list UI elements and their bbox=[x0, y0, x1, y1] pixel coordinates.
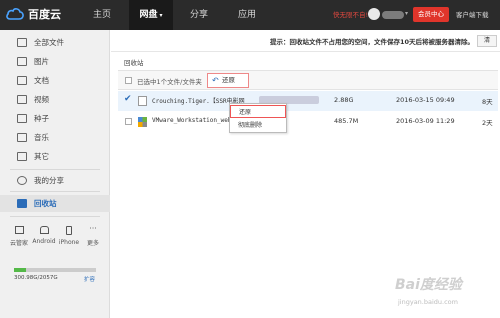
file-deleted-date: 2016-03-09 11:29 bbox=[396, 117, 455, 125]
sidebar: 全部文件 图片 文档 视频 种子 音乐 其它 我的分享 回收站 云管家 Andr… bbox=[0, 30, 110, 318]
image-icon bbox=[17, 57, 27, 66]
sidebar-item-label: 音乐 bbox=[34, 133, 49, 142]
avatar[interactable] bbox=[368, 8, 380, 20]
breadcrumb: 回收站 bbox=[124, 59, 144, 67]
chevron-down-icon: ▾ bbox=[159, 12, 163, 19]
top-bar: 百度云 主页 网盘 ▾ 分享 应用 快无限不自! ▾ 会员中心 客户端下载 bbox=[0, 0, 500, 30]
file-toolbar: 已选中1个文件/文件夹 ↶ 还原 bbox=[118, 70, 498, 90]
nav-apps[interactable]: 应用 bbox=[228, 0, 266, 30]
phone-icon bbox=[66, 226, 72, 235]
context-menu-delete-permanently[interactable]: 彻底删除 bbox=[230, 119, 286, 132]
sidebar-item-label: 其它 bbox=[34, 152, 49, 161]
cloud-logo-icon bbox=[6, 8, 24, 20]
row-checkbox[interactable] bbox=[125, 118, 132, 125]
sidebar-item-label: 种子 bbox=[34, 114, 49, 123]
trash-icon bbox=[17, 199, 27, 208]
context-menu-restore[interactable]: 还原 bbox=[230, 105, 286, 118]
sidebar-item-label: 我的分享 bbox=[34, 176, 64, 185]
sidebar-divider bbox=[10, 216, 100, 217]
folder-icon bbox=[17, 38, 27, 47]
member-center-button[interactable]: 会员中心 bbox=[413, 7, 449, 22]
sidebar-item-documents[interactable]: 文档 bbox=[0, 72, 110, 89]
storage-quota-bar bbox=[14, 268, 96, 272]
expand-storage-link[interactable]: 扩容 bbox=[84, 275, 95, 283]
table-row[interactable]: ✔ Crouching.Tiger.【SSR电影网 2.88G 2016-03-… bbox=[118, 91, 498, 111]
document-icon bbox=[17, 76, 27, 85]
sidebar-item-videos[interactable]: 视频 bbox=[0, 91, 110, 108]
baidu-cloud-logo[interactable]: 百度云 bbox=[6, 6, 70, 24]
more-icon bbox=[17, 152, 27, 161]
android-icon bbox=[39, 226, 49, 234]
client-download-link[interactable]: 客户端下载 bbox=[456, 9, 489, 21]
sidebar-divider bbox=[10, 191, 100, 192]
storage-quota-text: 300.98G/2057G bbox=[14, 275, 58, 281]
sidebar-item-label: 视频 bbox=[34, 95, 49, 104]
music-icon bbox=[17, 133, 27, 142]
sidebar-item-music[interactable]: 音乐 bbox=[0, 129, 110, 146]
undo-arrow-icon: ↶ bbox=[212, 76, 219, 85]
device-label: 更多 bbox=[86, 240, 99, 247]
logo-text: 百度云 bbox=[28, 8, 61, 21]
nav-netdisk[interactable]: 网盘 ▾ bbox=[129, 0, 173, 30]
watermark: Bai度经验 bbox=[395, 277, 462, 293]
torrent-icon bbox=[17, 114, 27, 123]
file-days-left: 8天 bbox=[482, 98, 493, 106]
sidebar-item-torrents[interactable]: 种子 bbox=[0, 110, 110, 127]
user-menu-chevron-icon[interactable]: ▾ bbox=[405, 10, 408, 17]
selection-count-text: 已选中1个文件/文件夹 bbox=[137, 78, 202, 86]
sidebar-divider bbox=[10, 169, 100, 170]
device-label: Android bbox=[32, 238, 56, 245]
file-size: 2.88G bbox=[334, 96, 354, 104]
video-icon bbox=[17, 95, 27, 104]
nav-home[interactable]: 主页 bbox=[84, 0, 120, 30]
table-row[interactable]: VMware_Workstation_web.w 485.7M 2016-03-… bbox=[118, 112, 498, 132]
file-days-left: 2天 bbox=[482, 119, 493, 127]
device-pc[interactable]: 云管家 bbox=[6, 226, 32, 247]
device-iphone[interactable]: iPhone bbox=[56, 226, 82, 246]
watermark-url: jingyan.baidu.com bbox=[398, 298, 458, 306]
storage-quota-fill bbox=[14, 268, 26, 272]
restore-button-label: 还原 bbox=[222, 76, 235, 84]
sidebar-item-label: 文档 bbox=[34, 76, 49, 85]
sidebar-item-all-files[interactable]: 全部文件 bbox=[0, 34, 110, 51]
file-name[interactable]: VMware_Workstation_web.w bbox=[152, 117, 239, 124]
notice-text: 提示：回收站文件不占用您的空间，文件保存10天后将被服务器清除。 bbox=[269, 38, 474, 46]
sidebar-item-label: 图片 bbox=[34, 57, 49, 66]
file-deleted-date: 2016-03-15 09:49 bbox=[396, 96, 455, 104]
file-icon bbox=[138, 96, 147, 106]
username-redacted[interactable] bbox=[382, 11, 404, 19]
ellipsis-icon: ··· bbox=[89, 224, 97, 233]
recycle-bin-notice: 提示：回收站文件不占用您的空间，文件保存10天后将被服务器清除。 清 bbox=[111, 30, 500, 52]
vmware-file-icon bbox=[138, 117, 147, 127]
sidebar-item-images[interactable]: 图片 bbox=[0, 53, 110, 70]
device-label: 云管家 bbox=[9, 240, 28, 247]
device-more[interactable]: ··· 更多 bbox=[80, 224, 106, 248]
nav-netdisk-label: 网盘 bbox=[139, 10, 158, 20]
promo-text[interactable]: 快无限不自! bbox=[333, 9, 368, 21]
select-all-checkbox[interactable] bbox=[125, 77, 132, 84]
sidebar-item-recycle-bin[interactable]: 回收站 bbox=[0, 195, 110, 212]
restore-button[interactable]: ↶ 还原 bbox=[207, 73, 249, 88]
sidebar-item-my-shares[interactable]: 我的分享 bbox=[0, 172, 110, 189]
computer-icon bbox=[14, 226, 24, 234]
share-icon bbox=[17, 176, 27, 185]
sidebar-item-label: 全部文件 bbox=[34, 38, 64, 47]
empty-recycle-bin-button[interactable]: 清 bbox=[477, 35, 497, 47]
sidebar-item-other[interactable]: 其它 bbox=[0, 148, 110, 165]
context-menu: 还原 彻底删除 bbox=[229, 103, 287, 133]
sidebar-item-label: 回收站 bbox=[34, 199, 57, 208]
nav-share[interactable]: 分享 bbox=[180, 0, 218, 30]
checked-icon[interactable]: ✔ bbox=[124, 94, 132, 104]
device-label: iPhone bbox=[58, 239, 80, 246]
device-android[interactable]: Android bbox=[31, 226, 57, 245]
file-size: 485.7M bbox=[334, 117, 359, 125]
